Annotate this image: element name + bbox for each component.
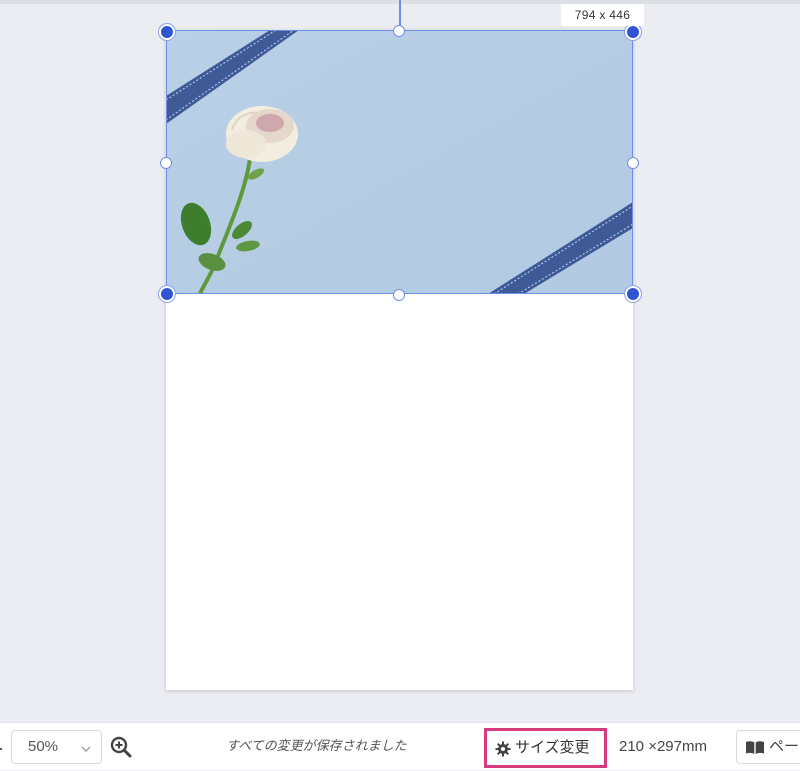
pages-button[interactable]: ペー	[736, 730, 800, 764]
resize-button-label: サイズ変更	[515, 739, 590, 756]
save-status-text: すべての変更が保存されました	[226, 738, 407, 753]
resize-handle-bottom-left[interactable]	[159, 286, 175, 302]
zoom-in-icon[interactable]	[110, 736, 132, 763]
selection-size-tooltip: 794 x 446	[561, 4, 644, 26]
selected-photo[interactable]	[166, 30, 633, 294]
zoom-value: 50%	[28, 738, 59, 755]
resize-handle-top-left[interactable]	[159, 24, 175, 40]
resize-handle-bottom[interactable]	[393, 289, 405, 301]
book-icon	[745, 740, 765, 760]
resize-handle-left[interactable]	[160, 157, 172, 169]
chevron-down-icon	[80, 742, 92, 760]
rotate-handle[interactable]	[393, 25, 405, 37]
page-size-label: 210 ×297mm	[619, 738, 707, 755]
resize-handle-right[interactable]	[627, 157, 639, 169]
gear-icon	[495, 741, 511, 762]
zoom-select[interactable]: 50%	[11, 730, 102, 764]
pages-button-label: ペー	[769, 738, 800, 755]
bottom-toolbar: 50% すべての変更が保存されました サイズ変更 210 ×297mm ペー	[0, 722, 800, 770]
editor-canvas: 794 x 446	[0, 0, 800, 722]
resize-button[interactable]: サイズ変更	[484, 728, 607, 768]
toolbar-edge-mark	[0, 748, 2, 750]
resize-handle-bottom-right[interactable]	[625, 286, 641, 302]
resize-handle-top-right[interactable]	[625, 24, 641, 40]
